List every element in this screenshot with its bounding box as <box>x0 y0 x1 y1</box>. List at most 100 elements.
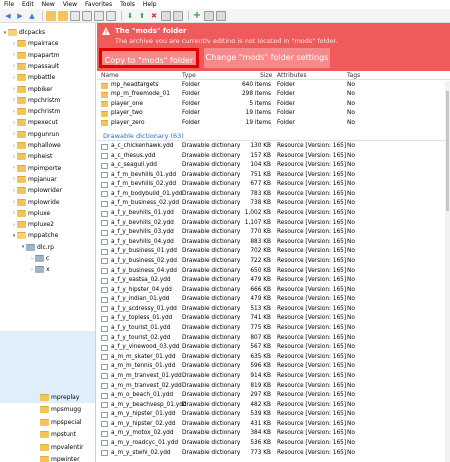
tree-item[interactable]: mpstunt <box>40 429 76 440</box>
list-item[interactable]: a_f_y_bevhills_02.ydd Drawable dictionary… <box>97 219 450 228</box>
list-item[interactable]: player_one Folder 5 items Folder No <box>97 100 450 109</box>
column-tags[interactable]: Tags <box>347 72 360 79</box>
list-item[interactable]: a_f_y_vinewood_03.ydd Drawable dictionary… <box>97 343 450 352</box>
list-item[interactable]: a_m_y_beachvesp_01.ydd Drawable dictionar… <box>97 401 450 410</box>
paste-icon[interactable] <box>94 10 104 21</box>
rename-icon[interactable] <box>70 10 80 21</box>
tree-item[interactable]: mpspecial <box>40 417 82 428</box>
list-item[interactable]: a_f_y_indian_01.ydd Drawable dictionary 47… <box>97 295 450 304</box>
menu-file[interactable]: File <box>0 0 18 9</box>
import-icon[interactable]: ⬇ <box>125 11 135 21</box>
list-item[interactable]: a_m_o_beach_01.ydd Drawable dictionary 297… <box>97 391 450 400</box>
list-item[interactable]: a_f_y_scdressy_01.ydd Drawable dictionary… <box>97 305 450 314</box>
tree-item[interactable]: › mpchristm <box>11 106 60 117</box>
export-icon[interactable]: ⬆ <box>137 11 147 21</box>
back-icon[interactable]: ◀ <box>3 11 13 21</box>
list-item[interactable]: a_f_y_business_02.ydd Drawable dictionary… <box>97 257 450 266</box>
list-item[interactable]: a_f_y_bevhills_01.ydd Drawable dictionary… <box>97 209 450 218</box>
tree-item[interactable]: › mpassault <box>11 61 59 72</box>
delete-icon[interactable]: ✖ <box>149 11 159 21</box>
list-item[interactable]: player_two Folder 19 items Folder No <box>97 109 450 118</box>
tree-item[interactable]: › c <box>29 253 49 264</box>
tree-item[interactable]: › mphallowe <box>11 140 61 151</box>
tree-item[interactable]: mpwinter_ <box>40 454 83 462</box>
list-item[interactable]: a_f_y_tourist_02.ydd Drawable dictionary 8… <box>97 334 450 343</box>
edit-icon[interactable] <box>173 10 183 21</box>
list-item[interactable]: a_c_seagull.ydd Drawable dictionary 104 KB… <box>97 161 450 170</box>
list-item[interactable]: a_f_y_eastsa_02.ydd Drawable dictionary 47… <box>97 276 450 285</box>
list-item[interactable]: a_f_m_bodybuild_01.ydd Drawable dictionar… <box>97 190 450 199</box>
list-item[interactable]: a_m_m_skater_01.ydd Drawable dictionary 63… <box>97 353 450 362</box>
list-item[interactable]: a_m_m_tranvest_02.ydd Drawable dictionary… <box>97 382 450 391</box>
tree-item[interactable]: › mplowrider <box>11 185 62 196</box>
list-item[interactable]: a_m_y_roadcyc_01.ydd Drawable dictionary 5… <box>97 439 450 448</box>
list-item[interactable]: a_m_y_hipster_02.ydd Drawable dictionary 4… <box>97 420 450 429</box>
list-item[interactable]: a_m_y_stwhi_02.ydd Drawable dictionary 773… <box>97 449 450 458</box>
tree-item[interactable]: mpvalentir <box>40 442 84 453</box>
tree-item[interactable]: › mpbiker <box>11 84 53 95</box>
tree-item[interactable]: mpreplay <box>40 392 79 403</box>
group-header-drawable-dictionary[interactable]: Drawable dictionary (63) <box>97 131 450 141</box>
column-name[interactable]: Name <box>101 72 119 79</box>
tree-item[interactable]: › mpjanuar <box>11 174 57 185</box>
list-item[interactable]: a_f_y_topless_01.ydd Drawable dictionary 7… <box>97 314 450 323</box>
tree-item[interactable]: ▾ dlcpacks <box>2 27 45 38</box>
list-item[interactable]: a_f_m_bevhills_02.ydd Drawable dictionary… <box>97 180 450 189</box>
menu-view[interactable]: View <box>59 0 81 9</box>
forward-icon[interactable]: ▶ <box>15 11 25 21</box>
list-item[interactable]: a_f_y_business_04.ydd Drawable dictionary… <box>97 267 450 276</box>
tree-item[interactable]: › mpheist <box>11 151 52 162</box>
list-item[interactable]: a_m_m_tennis_01.ydd Drawable dictionary 59… <box>97 362 450 371</box>
menu-help[interactable]: Help <box>139 0 161 9</box>
list-item[interactable]: a_c_chickenhawk.ydd Drawable dictionary 13… <box>97 142 450 151</box>
copy-icon[interactable] <box>82 10 92 21</box>
list-item[interactable]: mp_headtargets Folder 640 items Folder No <box>97 81 450 90</box>
tree-item[interactable]: › mpchristm <box>11 95 60 106</box>
list-item[interactable]: a_f_y_bevhills_03.ydd Drawable dictionary… <box>97 228 450 237</box>
list-item[interactable]: a_m_y_motox_02.ydd Drawable dictionary 384… <box>97 429 450 438</box>
copy-to-mods-folder-button[interactable]: Copy to "mods" folder <box>99 48 199 68</box>
list-item[interactable]: a_f_m_bevhills_01.ydd Drawable dictionary… <box>97 171 450 180</box>
add-icon[interactable]: + <box>192 10 202 21</box>
tree-item[interactable]: › mpgunrun <box>11 129 59 140</box>
list-item[interactable]: mp_m_freemode_01 Folder 298 items Folder No <box>97 90 450 99</box>
tree-item[interactable]: ▾ mppatche <box>11 230 58 241</box>
list-item[interactable]: a_f_y_tourist_01.ydd Drawable dictionary 7… <box>97 324 450 333</box>
tree-item[interactable]: › mpbattle <box>11 72 55 83</box>
column-type[interactable]: Type <box>182 72 196 79</box>
scrollbar-thumb[interactable] <box>446 91 449 211</box>
tree-item[interactable]: › mpapartm <box>11 50 59 61</box>
column-size[interactable]: Size <box>260 72 272 79</box>
rebuild-icon[interactable] <box>161 10 171 21</box>
tree-item[interactable]: ▾ dlc.rp <box>20 242 54 253</box>
tree-item[interactable]: › x <box>29 264 50 275</box>
change-mods-folder-settings-button[interactable]: Change "mods" folder settings <box>204 48 330 68</box>
menu-tools[interactable]: Tools <box>116 0 139 9</box>
new-folder-icon[interactable] <box>58 10 68 21</box>
menu-new[interactable]: New <box>38 0 59 9</box>
tree-item[interactable]: › mplowride <box>11 197 60 208</box>
cut-icon[interactable] <box>106 10 116 21</box>
list-item[interactable]: a_m_m_tranvest_01.ydd Drawable dictionary… <box>97 372 450 381</box>
list-item[interactable]: a_m_y_hipster_01.ydd Drawable dictionary 5… <box>97 410 450 419</box>
tree-item[interactable]: › mpexecut <box>11 117 58 128</box>
column-attributes[interactable]: Attributes <box>277 72 307 79</box>
open-folder-icon[interactable] <box>46 10 56 21</box>
list-item[interactable]: a_f_y_bevhills_04.ydd Drawable dictionary… <box>97 238 450 247</box>
tree-item[interactable]: › mpimporte <box>11 163 61 174</box>
list-item[interactable]: a_f_m_business_02.ydd Drawable dictionary… <box>97 199 450 208</box>
menu-favorites[interactable]: Favorites <box>81 0 116 9</box>
tree-item[interactable]: mpsmugg <box>40 404 81 415</box>
tree-item[interactable]: › mpairrace <box>11 38 59 49</box>
list-item[interactable]: a_f_y_business_01.ydd Drawable dictionary… <box>97 247 450 256</box>
menu-edit[interactable]: Edit <box>18 0 38 9</box>
vertical-scrollbar[interactable] <box>445 81 450 462</box>
list-item[interactable]: player_zero Folder 19 items Folder No <box>97 119 450 128</box>
tree-item[interactable]: › mpluxe <box>11 208 50 219</box>
list-item[interactable]: a_c_rhesus.ydd Drawable dictionary 157 KB R… <box>97 152 450 161</box>
tree-item[interactable]: › mpluxe2 <box>11 219 54 230</box>
settings-icon[interactable] <box>204 10 214 21</box>
list-item[interactable]: a_f_y_hipster_04.ydd Drawable dictionary 6… <box>97 286 450 295</box>
help-icon[interactable] <box>216 10 226 21</box>
up-icon[interactable]: ▲ <box>27 11 37 21</box>
